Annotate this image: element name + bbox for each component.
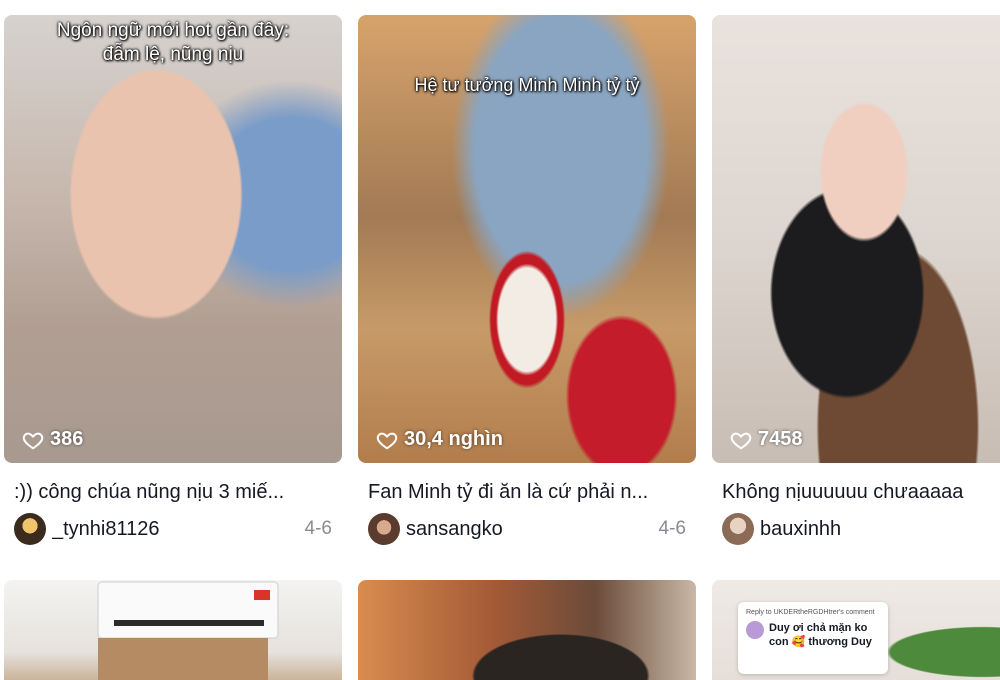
avatar — [746, 621, 764, 639]
comment-reply-sticker: Reply to UKDERtheRGDHtrer's comment Duy … — [738, 602, 888, 674]
video-thumbnail[interactable]: Ngôn ngữ mới hot gần đây: đẫm lệ, nũng n… — [4, 15, 342, 463]
like-count: 7458 — [730, 428, 803, 451]
video-caption[interactable]: :)) công chúa nũng nịu 3 miế... — [4, 479, 342, 505]
video-card[interactable] — [4, 580, 342, 680]
avatar[interactable] — [14, 513, 46, 545]
like-count: 30,4 nghìn — [376, 428, 503, 451]
video-overlay-text: Hệ tư tưởng Minh Minh tỷ tỷ — [414, 75, 640, 95]
video-card[interactable]: Ngôn ngữ mới hot gần đây: đẫm lệ, nũng n… — [4, 15, 342, 545]
video-card[interactable]: 7458 Không nịuuuuuu chưaaaaa bauxinhh — [712, 15, 1000, 545]
like-count-value: 7458 — [758, 428, 803, 450]
like-count-value: 386 — [50, 428, 84, 450]
post-date: 4-6 — [304, 518, 332, 539]
video-card[interactable]: Hệ tư tưởng Minh Minh tỷ tỷ 30,4 nghìn F… — [358, 15, 696, 545]
video-caption[interactable]: Không nịuuuuuu chưaaaaa — [712, 479, 1000, 505]
video-thumbnail[interactable] — [358, 580, 696, 680]
username[interactable]: _tynhi81126 — [52, 518, 297, 541]
heart-outline-icon — [22, 432, 44, 449]
avatar[interactable] — [722, 513, 754, 545]
avatar[interactable] — [368, 513, 400, 545]
reply-text: Duy ơi chả mặn ko con 🥰 thương Duy — [769, 622, 872, 648]
video-overlay-text: Ngôn ngữ mới hot gần đây: đẫm lệ, nũng n… — [56, 20, 290, 65]
like-count-value: 30,4 nghìn — [404, 428, 503, 450]
video-caption[interactable]: Fan Minh tỷ đi ăn là cứ phải n... — [358, 479, 696, 505]
video-card[interactable]: Reply to UKDERtheRGDHtrer's comment Duy … — [712, 580, 1000, 680]
post-date: 4-6 — [658, 518, 686, 539]
heart-outline-icon — [730, 432, 752, 449]
heart-outline-icon — [376, 432, 398, 449]
like-count: 386 — [22, 428, 83, 451]
video-thumbnail[interactable]: Hệ tư tưởng Minh Minh tỷ tỷ 30,4 nghìn — [358, 15, 696, 463]
video-thumbnail[interactable]: Reply to UKDERtheRGDHtrer's comment Duy … — [712, 580, 1000, 680]
reply-header: Reply to UKDERtheRGDHtrer's comment — [746, 609, 875, 616]
air-conditioner-shape — [97, 581, 279, 680]
video-thumbnail[interactable]: 7458 — [712, 15, 1000, 463]
username[interactable]: sansangko — [406, 518, 651, 541]
video-thumbnail[interactable] — [4, 580, 342, 680]
video-card[interactable] — [358, 580, 696, 680]
username[interactable]: bauxinhh — [760, 518, 1000, 541]
